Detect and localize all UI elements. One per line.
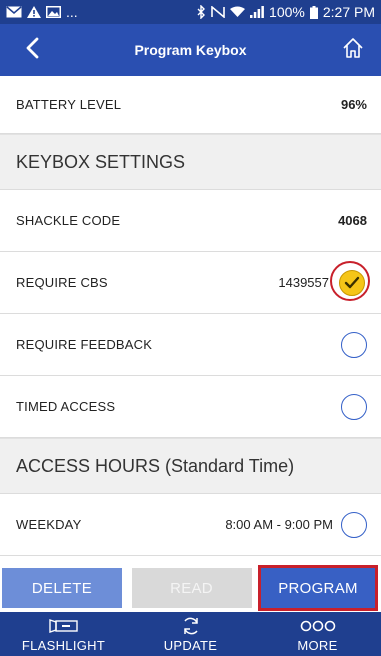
signal-icon: [250, 6, 264, 18]
battery-level-label: BATTERY LEVEL: [16, 97, 122, 112]
nav-update[interactable]: UPDATE: [131, 612, 251, 656]
page-title: Program Keybox: [134, 42, 247, 58]
highlight-ring: [330, 260, 370, 301]
back-button[interactable]: [16, 34, 48, 66]
battery-level-value: 96%: [340, 97, 367, 112]
require-cbs-value: 1439557: [278, 275, 329, 290]
status-bar: ... 100% 2:27 PM: [0, 0, 381, 24]
timed-access-row[interactable]: TIMED ACCESS: [0, 376, 381, 438]
shackle-code-value: 4068: [338, 213, 367, 228]
nav-update-label: UPDATE: [163, 638, 218, 653]
nfc-icon: [211, 6, 225, 18]
keybox-settings-header: KEYBOX SETTINGS: [0, 134, 381, 190]
status-right: 100% 2:27 PM: [197, 4, 375, 20]
sync-icon: [181, 616, 201, 636]
mail-icon: [6, 6, 22, 18]
bottom-nav: FLASHLIGHT UPDATE MORE: [0, 612, 381, 656]
require-feedback-label: REQUIRE FEEDBACK: [16, 337, 153, 352]
require-cbs-row[interactable]: REQUIRE CBS 1439557: [0, 252, 381, 314]
nav-flashlight[interactable]: FLASHLIGHT: [4, 612, 124, 656]
timed-access-label: TIMED ACCESS: [16, 399, 116, 414]
program-button[interactable]: PROGRAM: [258, 565, 378, 611]
delete-button[interactable]: DELETE: [2, 568, 122, 608]
app-bar: Program Keybox: [0, 24, 381, 76]
shackle-code-label: SHACKLE CODE: [16, 213, 121, 228]
status-overflow: ...: [66, 4, 78, 20]
battery-icon: [309, 5, 318, 19]
require-feedback-checkbox[interactable]: [341, 331, 367, 358]
read-button[interactable]: READ: [131, 568, 252, 608]
warning-icon: [27, 6, 41, 18]
home-icon: [342, 37, 364, 64]
weekday-hours: 8:00 AM - 9:00 PM: [225, 517, 333, 532]
more-icon: [300, 616, 336, 636]
weekday-label: WEEKDAY: [16, 517, 82, 532]
access-hours-header: ACCESS HOURS (Standard Time): [0, 438, 381, 494]
weekday-checkbox[interactable]: [341, 511, 367, 538]
require-cbs-label: REQUIRE CBS: [16, 275, 108, 290]
status-time: 2:27 PM: [322, 4, 375, 20]
flashlight-icon: [48, 616, 79, 636]
nav-flashlight-label: FLASHLIGHT: [21, 638, 106, 653]
require-cbs-checkbox[interactable]: [330, 260, 370, 301]
shackle-code-row[interactable]: SHACKLE CODE 4068: [0, 190, 381, 252]
timed-access-checkbox[interactable]: [341, 393, 367, 420]
wifi-icon: [230, 6, 246, 18]
home-button[interactable]: [337, 34, 369, 66]
status-left: ...: [6, 4, 78, 20]
image-icon: [46, 6, 61, 18]
battery-level-row: BATTERY LEVEL 96%: [0, 76, 381, 134]
bluetooth-icon: [197, 5, 206, 19]
nav-more[interactable]: MORE: [258, 612, 378, 656]
action-bar: DELETE READ PROGRAM: [0, 564, 381, 612]
battery-percent: 100%: [269, 4, 305, 20]
settings-list[interactable]: BATTERY LEVEL 96% KEYBOX SETTINGS SHACKL…: [0, 76, 381, 564]
nav-more-label: MORE: [297, 638, 338, 653]
chevron-left-icon: [25, 37, 39, 64]
require-feedback-row[interactable]: REQUIRE FEEDBACK: [0, 314, 381, 376]
weekday-row[interactable]: WEEKDAY 8:00 AM - 9:00 PM: [0, 494, 381, 556]
